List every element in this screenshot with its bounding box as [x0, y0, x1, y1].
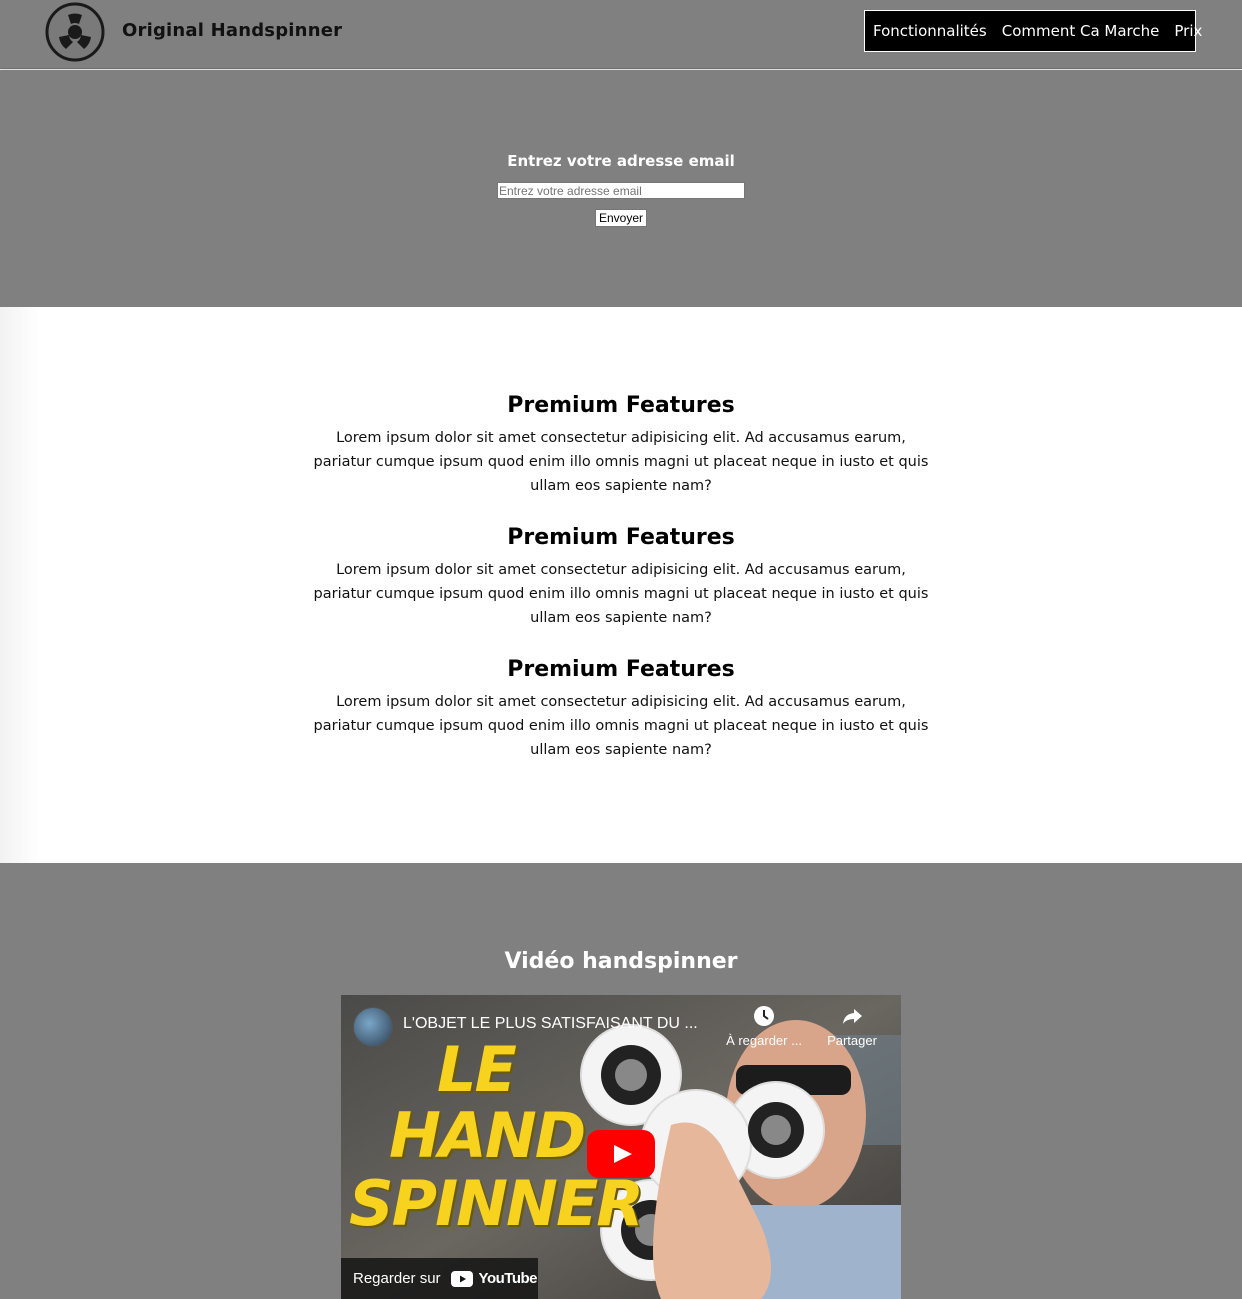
features-section: Premium Features Lorem ipsum dolor sit a…: [0, 307, 1242, 863]
thumbnail-text-le: LE: [437, 1033, 517, 1106]
youtube-embed[interactable]: LE HAND SPINNER L'OBJET LE PLUS SATISFAI…: [341, 995, 901, 1299]
nav-link-fonctionnalites[interactable]: Fonctionnalités: [873, 22, 987, 40]
submit-button[interactable]: Envoyer: [595, 209, 647, 227]
video-title[interactable]: L'OBJET LE PLUS SATISFAISANT DU ...: [403, 1015, 698, 1033]
youtube-logo-icon: [450, 1270, 473, 1287]
feature-title: Premium Features: [507, 525, 735, 550]
email-label: Entrez votre adresse email: [507, 152, 735, 170]
share-icon: [843, 1009, 862, 1024]
video-section: Vidéo handspinner LE HAND SPINNER L'OBJE…: [0, 863, 1242, 1299]
feature-item: Premium Features Lorem ipsum dolor sit a…: [300, 523, 942, 630]
section-shade: [0, 307, 40, 863]
feature-title: Premium Features: [507, 657, 735, 682]
feature-text: Lorem ipsum dolor sit amet consectetur a…: [313, 430, 929, 494]
watch-on-label: Regarder sur: [353, 1270, 441, 1287]
share-label: Partager: [827, 1033, 877, 1048]
feature-item: Premium Features Lorem ipsum dolor sit a…: [300, 655, 942, 762]
youtube-wordmark: YouTube: [478, 1270, 538, 1287]
share-button[interactable]: Partager: [807, 1005, 897, 1048]
email-input[interactable]: [497, 182, 745, 199]
nav-link-prix[interactable]: Prix: [1174, 22, 1202, 40]
feature-text: Lorem ipsum dolor sit amet consectetur a…: [313, 562, 929, 626]
thumbnail-text-spinner: SPINNER: [349, 1167, 644, 1240]
play-icon[interactable]: [587, 1130, 655, 1178]
video-section-title: Vidéo handspinner: [504, 949, 738, 974]
watch-later-button[interactable]: À regarder ...: [719, 1005, 809, 1048]
feature-text: Lorem ipsum dolor sit amet consectetur a…: [313, 694, 929, 758]
thumbnail-text-hand: HAND: [389, 1099, 586, 1172]
site-header: Original Handspinner Fonctionnalités Com…: [0, 0, 1242, 69]
channel-avatar[interactable]: [353, 1007, 393, 1047]
watch-later-label: À regarder ...: [726, 1033, 802, 1048]
feature-item: Premium Features Lorem ipsum dolor sit a…: [300, 391, 942, 498]
watch-on-youtube-link[interactable]: Regarder sur YouTube: [341, 1258, 538, 1299]
handspinner-logo-icon[interactable]: [44, 1, 106, 63]
feature-title: Premium Features: [507, 393, 735, 418]
nav-link-comment-ca-marche[interactable]: Comment Ca Marche: [1002, 22, 1160, 40]
clock-icon: [754, 1006, 774, 1026]
main-nav: Fonctionnalités Comment Ca Marche Prix: [864, 10, 1202, 52]
email-signup-section: Entrez votre adresse email Envoyer: [0, 70, 1242, 307]
brand-name[interactable]: Original Handspinner: [122, 20, 342, 41]
